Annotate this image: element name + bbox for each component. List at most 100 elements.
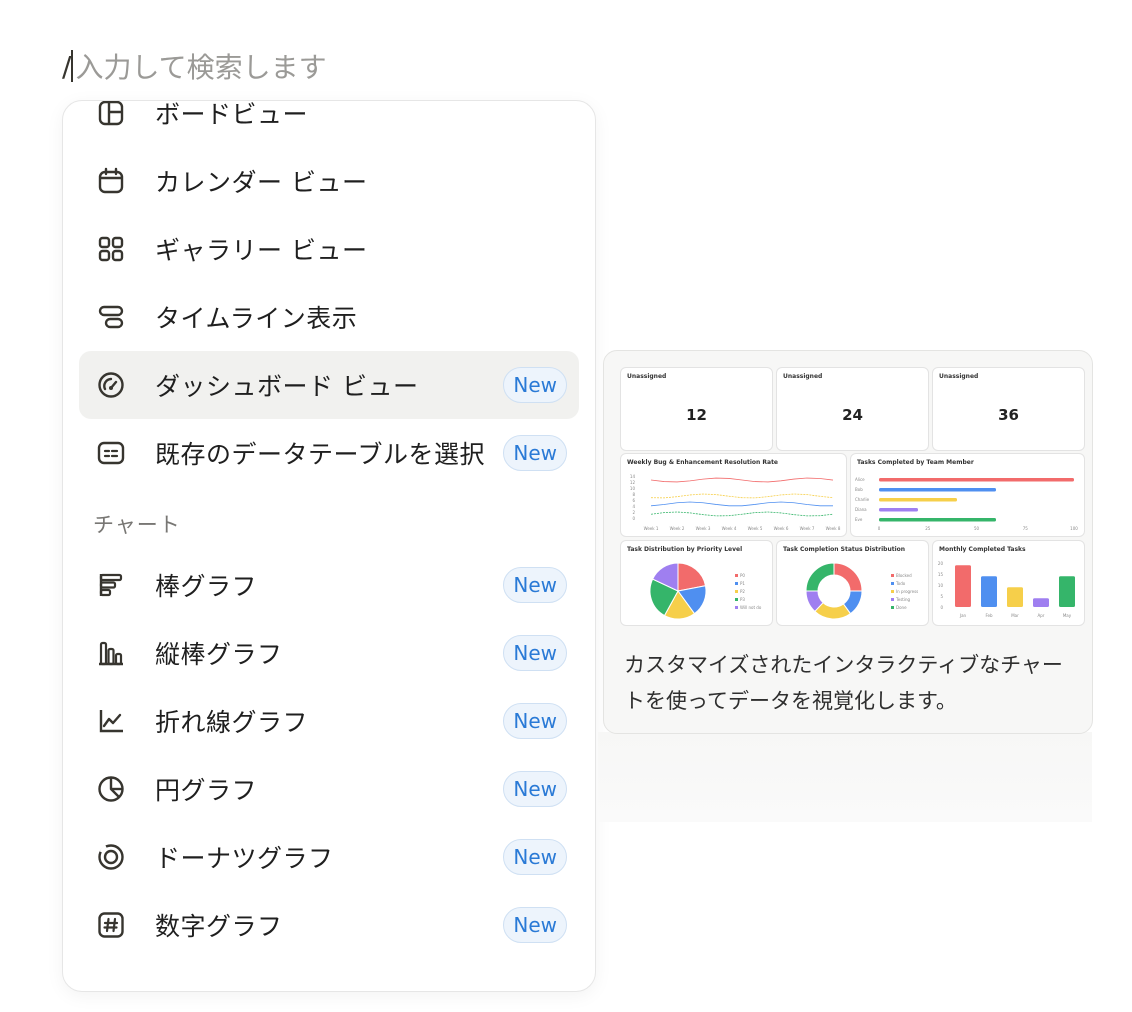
calendar-icon (97, 167, 125, 195)
x-tick-label: Week 7 (800, 526, 815, 531)
x-tick-label: Week 1 (644, 526, 659, 531)
y-tick-label: 2 (632, 510, 635, 515)
menu-item-number-chart[interactable]: 数字グラフ New (79, 891, 579, 959)
kpi-card: Unassigned 36 (932, 367, 1085, 451)
donut-slice (805, 562, 835, 592)
bar-category-label: Eve (855, 517, 863, 522)
menu-item-label: カレンダー ビュー (155, 168, 368, 197)
legend-swatch (735, 590, 738, 593)
bar-chart-card: Tasks Completed by Team Member Alice Bob C… (850, 453, 1085, 537)
legend-label: In progress (896, 589, 918, 594)
menu-item-select-data-table[interactable]: 既存のデータテーブルを選択 New (79, 419, 579, 487)
kpi-title: Unassigned (783, 373, 823, 380)
x-tick-label: 0 (878, 526, 881, 531)
donut-chart-card: Task Completion Status Distribution Bloc… (776, 540, 929, 626)
bar-mark (879, 498, 957, 502)
kpi-value: 12 (686, 406, 707, 424)
x-tick-label: Feb (985, 613, 993, 618)
y-tick-label: 5 (940, 594, 943, 599)
dashboard-icon (97, 371, 125, 399)
menu-item-label: 既存のデータテーブルを選択 (155, 440, 486, 469)
kpi-value: 24 (842, 406, 863, 424)
legend-swatch (735, 582, 738, 585)
menu-item-donut-chart[interactable]: ドーナツグラフ New (79, 823, 579, 891)
text-caret (71, 50, 74, 82)
bar-category-label: Alice (855, 477, 865, 482)
legend-label: Todo (895, 581, 906, 586)
menu-item-timeline-view[interactable]: タイムライン表示 (79, 283, 579, 351)
column-mark (955, 565, 971, 607)
menu-item-dashboard-view[interactable]: ダッシュボード ビュー New (79, 351, 579, 419)
legend-label: Done (896, 605, 907, 610)
legend-swatch (735, 574, 738, 577)
pie-chart-card: Task Distribution by Priority Level P0 P1… (620, 540, 773, 626)
x-tick-label: 75 (1023, 526, 1029, 531)
dashboard-thumbnail: Unassigned 12 Unassigned 24 Unassigned 3… (618, 365, 1085, 629)
x-tick-label: 50 (974, 526, 980, 531)
menu-item-label: 棒グラフ (155, 572, 258, 601)
column-mark (981, 576, 997, 607)
kpi-title: Unassigned (627, 373, 667, 380)
x-tick-label: 25 (925, 526, 931, 531)
section-label-charts: チャート (93, 513, 181, 537)
y-tick-label: 0 (940, 605, 943, 610)
legend-label: P1 (740, 581, 745, 586)
x-tick-label: Week 2 (670, 526, 685, 531)
new-badge: New (503, 907, 567, 943)
pie-chart-icon (97, 775, 125, 803)
menu-item-column-chart[interactable]: 縦棒グラフ New (79, 619, 579, 687)
x-tick-label: Jan (959, 613, 967, 618)
y-tick-label: 10 (938, 583, 944, 588)
menu-item-label: ギャラリー ビュー (155, 236, 368, 265)
legend-swatch (891, 598, 894, 601)
bar-mark (879, 518, 996, 522)
search-line[interactable]: / 入力して検索します (62, 40, 327, 92)
kpi-card: Unassigned 12 (620, 367, 773, 451)
legend-swatch (891, 606, 894, 609)
legend-label: P0 (740, 573, 745, 578)
x-tick-label: Week 5 (748, 526, 763, 531)
x-tick-label: May (1063, 613, 1072, 618)
number-chart-icon (97, 911, 125, 939)
x-tick-label: Apr (1038, 613, 1045, 618)
new-badge: New (503, 771, 567, 807)
gallery-icon (97, 235, 125, 263)
menu-item-board-view[interactable]: ボードビュー (79, 101, 579, 147)
mini-chart-svg: Alice Bob Charlie Diana Eve 0 25 50 75 100 (855, 477, 1078, 531)
mini-chart-svg: P0 P1 P2 P3 Will not do (649, 562, 762, 620)
y-tick-label: 15 (938, 572, 944, 577)
new-badge: New (503, 703, 567, 739)
menu-item-label: 数字グラフ (155, 912, 283, 941)
menu-item-calendar-view[interactable]: カレンダー ビュー (79, 147, 579, 215)
kpi-card: Unassigned 24 (776, 367, 929, 451)
legend-swatch (891, 582, 894, 585)
bar-category-label: Charlie (855, 497, 870, 502)
x-tick-label: Week 3 (696, 526, 711, 531)
legend-swatch (891, 574, 894, 577)
y-tick-label: 6 (632, 498, 635, 503)
menu-item-label: 円グラフ (155, 776, 258, 805)
y-tick-label: 8 (632, 492, 635, 497)
search-placeholder: 入力して検索します (75, 51, 327, 84)
data-table-icon (97, 439, 125, 467)
bar-category-label: Diana (855, 507, 867, 512)
bar-mark (879, 488, 996, 492)
mini-chart-svg: Blocked Todo In progress Testing Done (805, 562, 918, 620)
line-chart-card: Weekly Bug & Enhancement Resolution Rate… (620, 453, 847, 537)
block-menu: ボードビュー カレンダー ビュー ギャラリー ビュー タイムライン表示 ダッシュ… (62, 100, 596, 992)
legend-label: P2 (740, 589, 745, 594)
menu-item-gallery-view[interactable]: ギャラリー ビュー (79, 215, 579, 283)
line-series (650, 477, 834, 483)
menu-item-pie-chart[interactable]: 円グラフ New (79, 755, 579, 823)
column-mark (1033, 598, 1049, 607)
legend-label: Blocked (896, 573, 912, 578)
menu-item-line-chart[interactable]: 折れ線グラフ New (79, 687, 579, 755)
column-mark (1007, 587, 1023, 607)
menu-item-label: 縦棒グラフ (155, 640, 283, 669)
y-tick-label: 4 (632, 504, 635, 509)
menu-item-bar-chart[interactable]: 棒グラフ New (79, 551, 579, 619)
line-series (650, 501, 834, 507)
y-tick-label: 20 (938, 561, 944, 566)
legend-swatch (735, 598, 738, 601)
mini-chart-svg: 14121086420 Week 1 Week 2 Week 3 Week 4 Week … (630, 474, 841, 531)
